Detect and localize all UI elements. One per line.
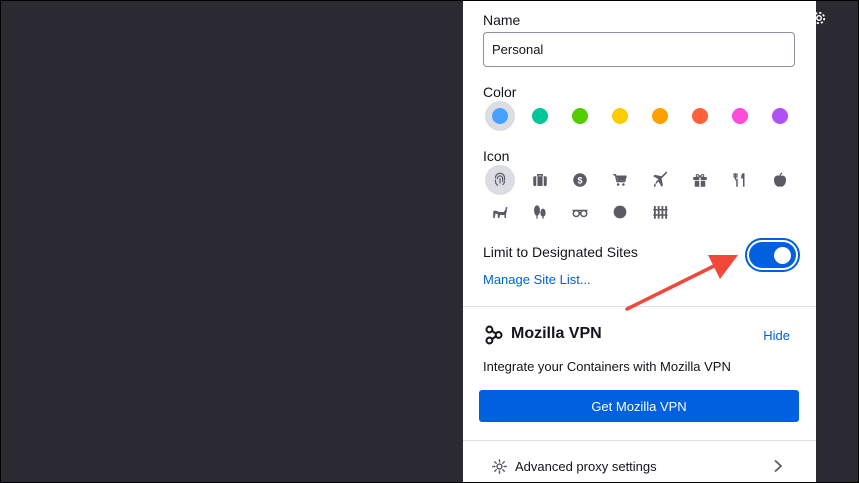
- icon-label: Icon: [483, 148, 510, 164]
- name-label: Name: [483, 12, 521, 28]
- icon-option[interactable]: [605, 197, 635, 227]
- icon-option[interactable]: [685, 165, 715, 195]
- limit-sites-toggle[interactable]: [745, 238, 800, 272]
- mozilla-vpn-logo-icon: [485, 325, 503, 345]
- color-swatch[interactable]: [645, 101, 675, 131]
- icon-option[interactable]: [645, 165, 675, 195]
- icon-option[interactable]: [765, 165, 795, 195]
- divider: [463, 306, 816, 307]
- get-mozilla-vpn-button[interactable]: Get Mozilla VPN: [479, 390, 799, 422]
- color-swatch[interactable]: [765, 101, 795, 131]
- toggle-knob: [774, 247, 791, 264]
- chill-icon: [572, 209, 588, 218]
- svg-text:$: $: [577, 175, 582, 185]
- color-swatch[interactable]: [525, 101, 555, 131]
- divider: [463, 440, 816, 441]
- advanced-proxy-settings-label: Advanced proxy settings: [515, 459, 657, 474]
- fingerprint-icon: [494, 172, 506, 186]
- icon-picker: $: [485, 165, 805, 229]
- vpn-hide-button[interactable]: Hide: [763, 328, 790, 343]
- icon-option[interactable]: [525, 197, 555, 227]
- icon-option[interactable]: [605, 165, 635, 195]
- icon-option[interactable]: [725, 165, 755, 195]
- chevron-right-icon: [774, 459, 783, 473]
- cart-icon: [613, 174, 627, 186]
- tree-icon: [534, 205, 546, 219]
- color-dot: [572, 108, 588, 124]
- briefcase-icon: [533, 174, 547, 186]
- color-dot: [732, 108, 748, 124]
- color-dot: [492, 108, 508, 124]
- fence-icon: [653, 206, 668, 219]
- vpn-description: Integrate your Containers with Mozilla V…: [483, 359, 731, 374]
- vpn-title: Mozilla VPN: [511, 325, 602, 342]
- color-picker: [485, 101, 805, 131]
- color-swatch[interactable]: [485, 101, 515, 131]
- color-dot: [612, 108, 628, 124]
- color-swatch[interactable]: [565, 101, 595, 131]
- dollar-icon: $: [573, 173, 587, 187]
- color-swatch[interactable]: [725, 101, 755, 131]
- color-swatch[interactable]: [685, 101, 715, 131]
- food-icon: [733, 173, 745, 187]
- color-swatch[interactable]: [605, 101, 635, 131]
- icon-option[interactable]: [645, 197, 675, 227]
- toggle-track: [749, 242, 796, 268]
- limit-sites-label: Limit to Designated Sites: [483, 244, 638, 260]
- icon-option[interactable]: [485, 197, 515, 227]
- color-label: Color: [483, 84, 517, 100]
- manage-site-list-link[interactable]: Manage Site List...: [483, 272, 591, 287]
- color-dot: [652, 108, 668, 124]
- plane-icon: [653, 171, 667, 187]
- icon-option[interactable]: [485, 165, 515, 195]
- icon-option[interactable]: $: [565, 165, 595, 195]
- icon-option[interactable]: [565, 197, 595, 227]
- icon-option[interactable]: [525, 165, 555, 195]
- color-dot: [692, 108, 708, 124]
- gift-icon: [693, 174, 707, 187]
- gear-icon: [492, 459, 507, 474]
- advanced-proxy-settings-row[interactable]: Advanced proxy settings: [463, 450, 816, 483]
- name-input[interactable]: [483, 32, 795, 67]
- color-dot: [772, 108, 788, 124]
- color-dot: [532, 108, 548, 124]
- pet-icon: [493, 206, 508, 218]
- container-edit-panel: Name Color Icon $ Limit to Designated Si…: [463, 0, 816, 483]
- fruit-icon: [774, 172, 786, 187]
- circle-icon: [613, 205, 627, 219]
